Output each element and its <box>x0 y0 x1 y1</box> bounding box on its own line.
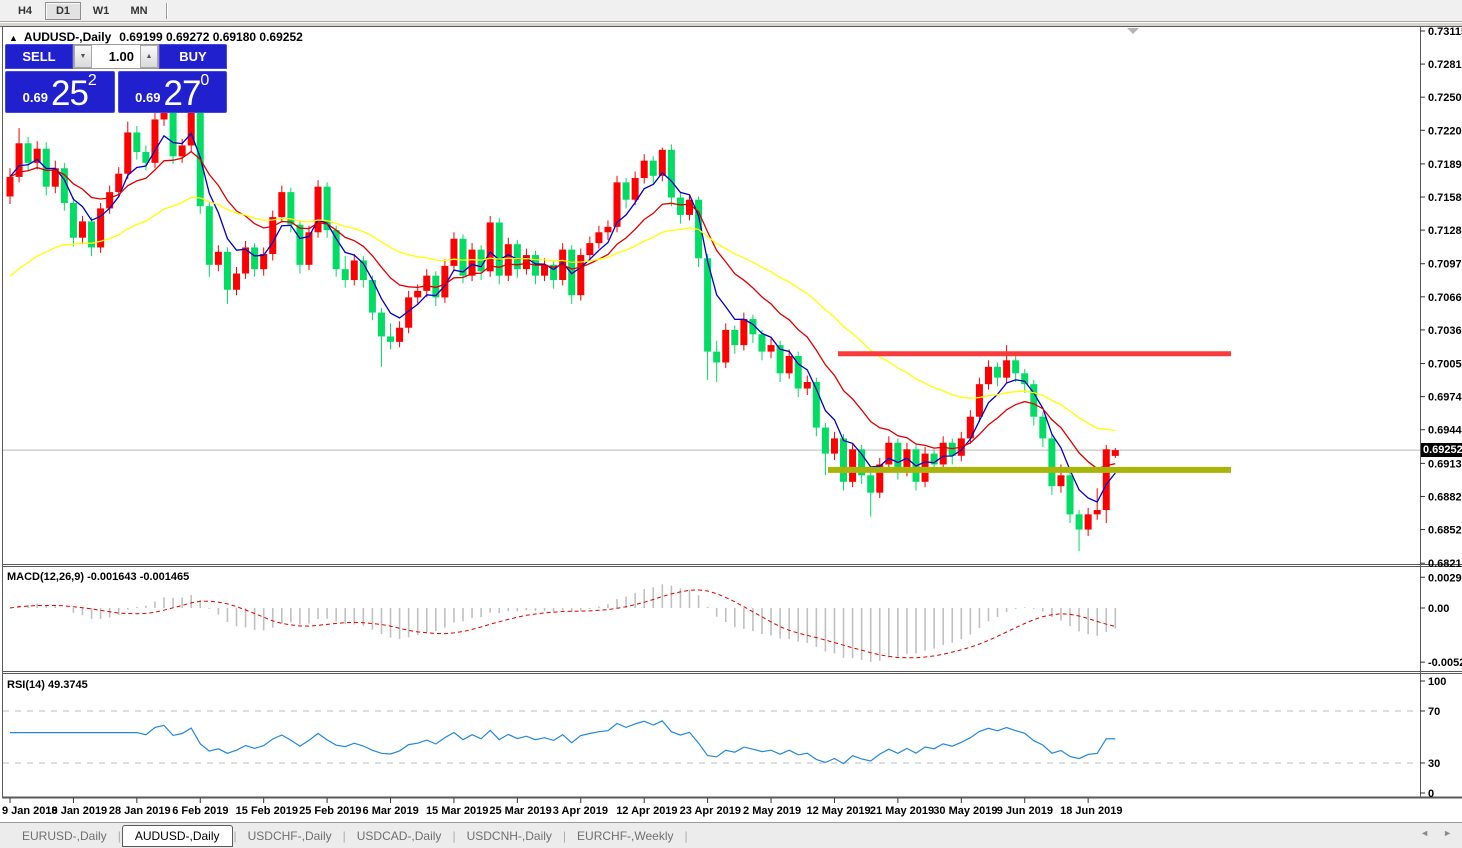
axis-tick-label: 0 <box>1428 788 1434 800</box>
rsi-name: RSI(14) <box>7 679 45 691</box>
axis-tick-label: 0.72505 <box>1428 92 1462 104</box>
current-price-marker: 0.69252 <box>1421 443 1462 457</box>
date-tick-label: 23 Apr 2019 <box>680 805 741 817</box>
date-tick-label: 12 May 2019 <box>806 805 870 817</box>
axis-tick-label: 0.70665 <box>1428 292 1462 304</box>
tab-separator: | <box>234 829 237 843</box>
tab-separator: | <box>684 829 687 843</box>
date-tick-label: 6 Mar 2019 <box>363 805 419 817</box>
chart-canvas[interactable]: 0.73115 0.72810 0.72505 0.72200 0.71890 0.715… <box>0 0 1462 848</box>
chart-tab-usdchf[interactable]: USDCHF-,Daily <box>238 826 342 846</box>
axis-tick-label: 70 <box>1428 706 1440 718</box>
date-tick-label: 15 Mar 2019 <box>426 805 488 817</box>
tab-separator: | <box>343 829 346 843</box>
axis-tick-label: 0.70050 <box>1428 359 1462 371</box>
date-tick-label: 12 Apr 2019 <box>616 805 677 817</box>
volume-input[interactable] <box>92 45 140 68</box>
axis-tick-label: 0.71280 <box>1428 225 1462 237</box>
axis-tick-label: -0.005256 <box>1428 657 1462 669</box>
date-tick-label: 25 Mar 2019 <box>489 805 551 817</box>
axis-tick-label: 30 <box>1428 758 1440 770</box>
axis-tick-label: 0.70360 <box>1428 325 1462 337</box>
axis-tick-label: 0.69440 <box>1428 425 1462 437</box>
tab-scroll-right-icon[interactable]: ► <box>1443 828 1452 838</box>
axis-tick-label: 0.73115 <box>1428 26 1462 38</box>
axis-tick-label: 0.69130 <box>1428 458 1462 470</box>
axis-tick-label: 0.71890 <box>1428 159 1462 171</box>
chart-tab-eurchf[interactable]: EURCHF-,Weekly <box>567 826 683 846</box>
chart-ohlc-values: 0.69199 0.69272 0.69180 0.69252 <box>119 30 303 44</box>
macd-values: -0.001643 -0.001465 <box>87 571 189 583</box>
sell-button[interactable]: SELL <box>5 44 73 69</box>
macd-label: MACD(12,26,9) -0.001643 -0.001465 <box>7 571 189 583</box>
axis-tick-label: 0.002984 <box>1428 572 1462 584</box>
one-click-trade-panel: SELL ▼ ▲ BUY 0.69 25 2 0.69 27 0 <box>5 44 227 113</box>
chart-tab-usdcad[interactable]: USDCAD-,Daily <box>347 826 452 846</box>
macd-name: MACD(12,26,9) <box>7 571 84 583</box>
buy-price-tile[interactable]: 0.69 27 0 <box>118 71 228 113</box>
chart-tab-bar: EURUSD-,Daily|AUDUSD-,Daily|USDCHF-,Dail… <box>0 822 1462 848</box>
date-tick-label: 25 Feb 2019 <box>299 805 361 817</box>
volume-increase-icon[interactable]: ▲ <box>140 45 158 68</box>
date-tick-label: 21 May 2019 <box>870 805 934 817</box>
buy-button[interactable]: BUY <box>159 44 227 69</box>
chart-shift-marker-icon[interactable] <box>1127 28 1139 34</box>
date-tick-label: 28 Jan 2019 <box>109 805 171 817</box>
tab-scroll-left-icon[interactable]: ◄ <box>1420 828 1429 838</box>
chart-tab-usdcnh[interactable]: USDCNH-,Daily <box>457 826 562 846</box>
rsi-value: 49.3745 <box>48 679 88 691</box>
tab-separator: | <box>118 829 121 843</box>
axis-tick-label: 0.69745 <box>1428 392 1462 404</box>
axis-tick-label: 0.00 <box>1428 603 1449 615</box>
axis-tick-label: 0.68210 <box>1428 558 1462 570</box>
volume-decrease-icon[interactable]: ▼ <box>74 45 92 68</box>
buy-price-point: 0 <box>200 74 209 88</box>
date-tick-label: 15 Feb 2019 <box>236 805 298 817</box>
collapse-arrow-icon[interactable]: ▲ <box>9 33 18 43</box>
mt4-terminal: H4D1W1MN 0.731150.728100.725050.722000.7… <box>0 0 1462 848</box>
buy-price-pips: 27 <box>163 78 200 109</box>
tab-scroll-nav: ◄ ► <box>1420 828 1452 838</box>
axis-tick-label: 100 <box>1428 676 1446 688</box>
sell-price-point: 2 <box>88 74 97 88</box>
axis-tick-label: 0.72810 <box>1428 59 1462 71</box>
sell-price-tile[interactable]: 0.69 25 2 <box>5 71 115 113</box>
date-tick-label: 2 May 2019 <box>743 805 801 817</box>
axis-tick-label: 0.70970 <box>1428 259 1462 271</box>
buy-price-base: 0.69 <box>135 90 160 105</box>
axis-tick-label: 0.68825 <box>1428 491 1462 503</box>
axis-tick-label: 0.72200 <box>1428 125 1462 137</box>
axis-tick-label: 0.71585 <box>1428 192 1462 204</box>
date-tick-label: 18 Jan 2019 <box>45 805 107 817</box>
chart-header: ▲ AUDUSD-,Daily 0.69199 0.69272 0.69180 0.… <box>9 30 303 44</box>
volume-stepper: ▼ ▲ <box>73 44 159 69</box>
sell-price-base: 0.69 <box>23 90 48 105</box>
date-tick-label: 9 Jun 2019 <box>997 805 1053 817</box>
date-tick-label: 3 Apr 2019 <box>553 805 608 817</box>
rsi-label: RSI(14) 49.3745 <box>7 679 88 691</box>
date-tick-label: 30 May 2019 <box>933 805 997 817</box>
chart-tab-eurusd[interactable]: EURUSD-,Daily <box>12 826 117 846</box>
tab-separator: | <box>452 829 455 843</box>
axis-tick-label: 0.68520 <box>1428 525 1462 537</box>
chart-title: AUDUSD-,Daily <box>24 30 111 44</box>
tab-separator: | <box>563 829 566 843</box>
date-tick-label: 6 Feb 2019 <box>172 805 228 817</box>
chart-tab-audusd[interactable]: AUDUSD-,Daily <box>122 825 233 847</box>
date-tick-label: 18 Jun 2019 <box>1060 805 1122 817</box>
sell-price-pips: 25 <box>51 78 88 109</box>
